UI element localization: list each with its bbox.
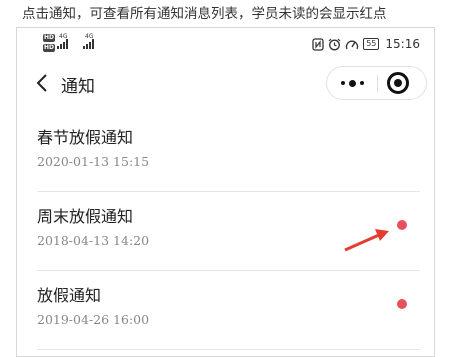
status-bar: HD HD 4G 4G 55 15:16 [17, 28, 434, 58]
hd-badge-2: HD [43, 44, 56, 52]
signal-bars-2-icon [83, 39, 94, 49]
notification-item[interactable]: 周末放假通知 2018-04-13 14:20 [37, 193, 420, 271]
more-dot-icon [348, 79, 356, 87]
nfc-icon [312, 37, 324, 51]
speed-icon [346, 40, 359, 49]
notification-title: 春节放假通知 [37, 128, 134, 147]
notification-item[interactable]: 春节放假通知 2020-01-13 15:15 [37, 114, 420, 192]
capsule-divider [377, 75, 378, 92]
close-miniprogram-button[interactable] [387, 72, 409, 94]
miniprogram-capsule [326, 66, 427, 100]
chevron-left-icon [36, 74, 47, 92]
more-dot-icon [340, 81, 345, 85]
caption-text: 点击通知，可查看所有通知消息列表，学员未读的会显示红点 [22, 6, 387, 22]
unread-dot [397, 220, 407, 230]
back-button[interactable] [35, 73, 49, 93]
nav-bar: 通知 [17, 66, 434, 100]
notification-item[interactable]: 放假通知 2019-04-26 16:00 [37, 272, 420, 350]
phone-screen: HD HD 4G 4G 55 15:16 通知 春节放假通知 2020-01-1… [16, 27, 435, 357]
status-icons: 55 15:16 [312, 35, 420, 53]
unread-dot [397, 299, 407, 309]
clock-time: 15:16 [385, 37, 420, 51]
alarm-icon [328, 38, 341, 50]
signal-group: HD HD 4G 4G [43, 33, 113, 55]
notification-date: 2019-04-26 16:00 [37, 312, 150, 327]
notification-title: 放假通知 [37, 286, 102, 305]
more-button[interactable] [327, 67, 377, 99]
more-dot-icon [359, 81, 364, 85]
notification-date: 2020-01-13 15:15 [37, 154, 150, 169]
signal-bars-icon [57, 39, 68, 49]
notification-title: 周末放假通知 [37, 207, 134, 226]
battery-icon: 55 [363, 38, 380, 50]
notification-date: 2018-04-13 14:20 [37, 233, 150, 248]
hd-badge: HD [43, 34, 56, 42]
page-title: 通知 [61, 77, 95, 97]
